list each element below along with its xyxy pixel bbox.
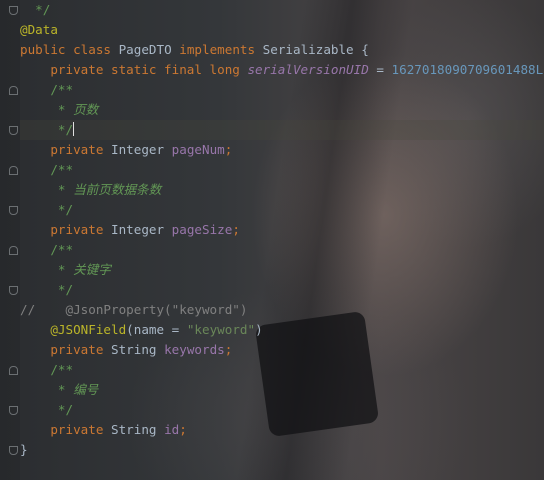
- code-token: 1627018090709601488L: [391, 62, 544, 77]
- code-token: * 编号: [20, 382, 99, 397]
- code-line[interactable]: /**: [20, 80, 544, 100]
- fold-end-icon[interactable]: [9, 206, 18, 215]
- code-token: ;: [224, 142, 233, 157]
- code-line[interactable]: /**: [20, 240, 544, 260]
- text-caret: [73, 122, 75, 136]
- code-token: /**: [20, 242, 74, 257]
- code-token: implements: [179, 42, 263, 57]
- code-token: * 关键字: [20, 262, 111, 277]
- code-line[interactable]: */: [20, 200, 544, 220]
- code-line[interactable]: /**: [20, 160, 544, 180]
- code-token: private: [20, 142, 111, 157]
- code-token: pageNum: [171, 142, 225, 157]
- code-token: "keyword": [186, 322, 256, 337]
- fold-end-icon[interactable]: [9, 6, 18, 15]
- code-token: */: [20, 202, 74, 217]
- code-token: Integer: [111, 222, 172, 237]
- code-token: public class: [20, 42, 119, 57]
- code-token: Serializable {: [262, 42, 369, 57]
- code-token: ;: [224, 342, 233, 357]
- code-line[interactable]: @Data: [20, 20, 544, 40]
- code-line[interactable]: * 当前页数据条数: [20, 180, 544, 200]
- code-token: */: [20, 122, 74, 137]
- code-token: ;: [179, 422, 187, 437]
- fold-start-icon[interactable]: [9, 86, 18, 95]
- code-token: =: [368, 62, 392, 77]
- fold-end-icon[interactable]: [9, 406, 18, 415]
- code-token: /**: [20, 162, 74, 177]
- code-line[interactable]: */: [20, 0, 544, 20]
- code-token: String: [111, 422, 165, 437]
- code-token: (name =: [126, 322, 187, 337]
- code-token: keywords: [164, 342, 225, 357]
- code-line[interactable]: * 页数: [20, 100, 544, 120]
- code-line[interactable]: private Integer pageSize;: [20, 220, 544, 240]
- fold-end-icon[interactable]: [9, 446, 18, 455]
- code-token: private static final long: [20, 62, 248, 77]
- fold-start-icon[interactable]: [9, 246, 18, 255]
- code-token: @JSONField: [20, 322, 127, 337]
- code-token: PageDTO: [118, 42, 180, 57]
- code-line[interactable]: private Integer pageNum;: [20, 140, 544, 160]
- code-line[interactable]: */: [20, 120, 544, 140]
- code-token: pageSize: [171, 222, 233, 237]
- fold-start-icon[interactable]: [9, 366, 18, 375]
- code-token: // @JsonProperty("keyword"): [20, 302, 248, 317]
- code-token: ;: [232, 222, 240, 237]
- code-token: ): [255, 322, 263, 337]
- code-line[interactable]: /**: [20, 360, 544, 380]
- code-line[interactable]: * 编号: [20, 380, 544, 400]
- code-token: /**: [20, 82, 74, 97]
- code-token: serialVersionUID: [247, 62, 369, 77]
- code-line[interactable]: public class PageDTO implements Serializ…: [20, 40, 544, 60]
- fold-start-icon[interactable]: [9, 166, 18, 175]
- code-line[interactable]: * 关键字: [20, 260, 544, 280]
- code-line[interactable]: // @JsonProperty("keyword"): [20, 300, 544, 320]
- code-editor[interactable]: */ @Data public class PageDTO implements S…: [20, 0, 544, 460]
- code-token: private: [20, 422, 111, 437]
- code-line[interactable]: }: [20, 440, 544, 460]
- code-line[interactable]: private static final long serialVersionU…: [20, 60, 544, 80]
- code-line[interactable]: */: [20, 280, 544, 300]
- code-line[interactable]: */: [20, 400, 544, 420]
- code-token: @Data: [20, 22, 58, 37]
- code-token: */: [20, 402, 74, 417]
- editor-gutter[interactable]: [0, 0, 20, 480]
- code-line[interactable]: @JSONField(name = "keyword"): [20, 320, 544, 340]
- code-token: * 页数: [20, 102, 99, 117]
- fold-end-icon[interactable]: [9, 286, 18, 295]
- code-line[interactable]: private String id;: [20, 420, 544, 440]
- code-token: /**: [20, 362, 74, 377]
- code-line[interactable]: private String keywords;: [20, 340, 544, 360]
- code-token: String: [111, 342, 165, 357]
- code-token: Integer: [111, 142, 172, 157]
- code-token: * 当前页数据条数: [20, 182, 162, 197]
- code-token: */: [20, 2, 51, 17]
- code-token: id: [164, 422, 180, 437]
- code-token: private: [20, 342, 111, 357]
- code-token: */: [20, 282, 74, 297]
- code-token: }: [20, 442, 28, 457]
- fold-end-icon[interactable]: [9, 126, 18, 135]
- code-token: private: [20, 222, 111, 237]
